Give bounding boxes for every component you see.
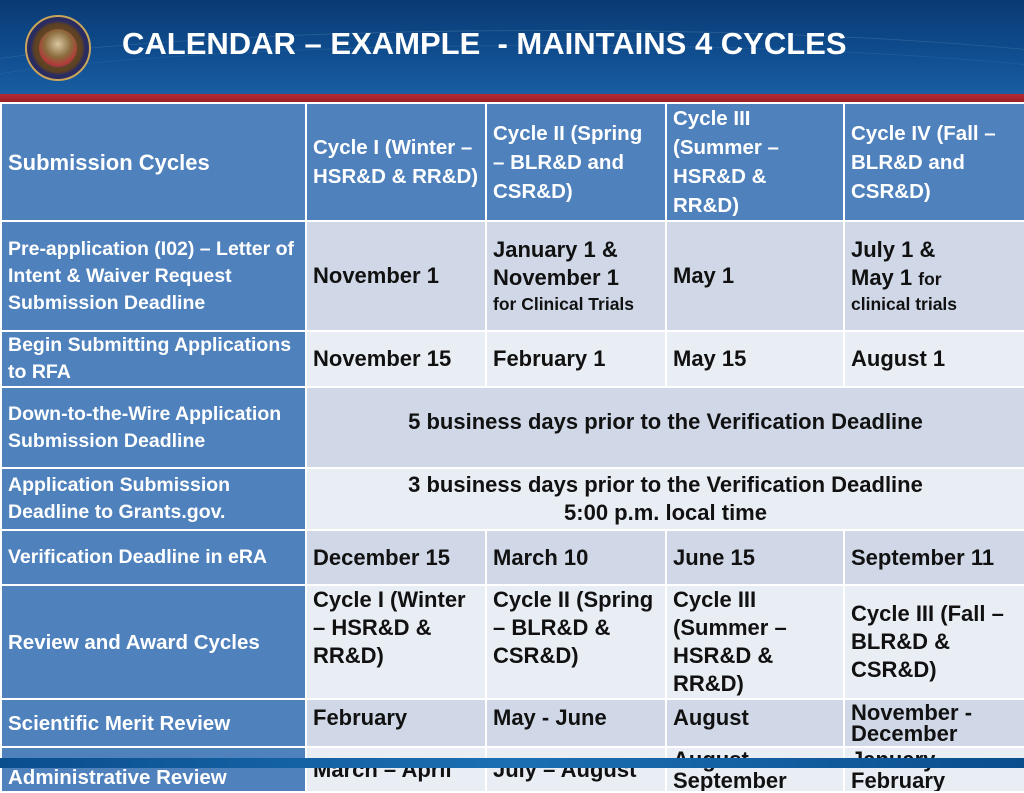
cell-review-award-cycle-1: Cycle I (Winter – HSR&D & RR&D) xyxy=(305,584,487,700)
pre-application-cycle-4-date-2: May 1 for xyxy=(851,264,1018,292)
cell-scientific-merit-cycle-3: August xyxy=(665,698,845,748)
cell-review-award-cycle-4: Cycle III (Fall – BLR&D & CSR&D) xyxy=(843,584,1024,700)
row-label-scientific-merit: Scientific Merit Review xyxy=(0,698,307,748)
row-label-grants-gov: Application Submission Deadline to Grant… xyxy=(0,467,307,531)
cell-begin-submitting-cycle-1: November 15 xyxy=(305,330,487,388)
footer-band xyxy=(0,758,1024,768)
row-label-verification: Verification Deadline in eRA xyxy=(0,529,307,586)
header-submission-cycles: Submission Cycles xyxy=(0,102,307,222)
cell-scientific-merit-cycle-4: November - December xyxy=(843,698,1024,748)
table-row-review-award: Review and Award Cycles Cycle I (Winter … xyxy=(0,584,1024,700)
pre-application-cycle-2-dates: January 1 & November 1 xyxy=(493,237,619,290)
cell-administrative-cycle-3: August – September xyxy=(665,746,845,793)
cell-begin-submitting-cycle-2: February 1 xyxy=(485,330,667,388)
cell-verification-cycle-3: June 15 xyxy=(665,529,845,586)
grants-gov-value-line-2: 5:00 p.m. local time xyxy=(564,500,767,525)
cell-down-to-wire-value: 5 business days prior to the Verificatio… xyxy=(305,386,1024,469)
cell-verification-cycle-4: September 11 xyxy=(843,529,1024,586)
cell-scientific-merit-cycle-2: May - June xyxy=(485,698,667,748)
table-header-row: Submission Cycles Cycle I (Winter – HSR&… xyxy=(0,102,1024,222)
header-cycle-3: Cycle III (Summer – HSR&D & RR&D) xyxy=(665,102,845,222)
table-row-scientific-merit: Scientific Merit Review February May - J… xyxy=(0,698,1024,748)
table-row-verification: Verification Deadline in eRA December 15… xyxy=(0,529,1024,586)
cell-administrative-cycle-1: March – April xyxy=(305,746,487,793)
va-seal-icon xyxy=(25,15,91,81)
table-row-down-to-wire: Down-to-the-Wire Application Submission … xyxy=(0,386,1024,469)
grants-gov-value-line-1: 3 business days prior to the Verificatio… xyxy=(408,472,923,497)
header-cycle-4: Cycle IV (Fall – BLR&D and CSR&D) xyxy=(843,102,1024,222)
row-label-review-award: Review and Award Cycles xyxy=(0,584,307,700)
cell-begin-submitting-cycle-3: May 15 xyxy=(665,330,845,388)
cell-scientific-merit-cycle-1: February xyxy=(305,698,487,748)
row-label-begin-submitting: Begin Submitting Applications to RFA xyxy=(0,330,307,388)
cell-pre-application-cycle-2: January 1 & November 1 for Clinical Tria… xyxy=(485,220,667,332)
slide-header: CALENDAR – EXAMPLE - MAINTAINS 4 CYCLES xyxy=(0,0,1024,96)
cell-begin-submitting-cycle-4: August 1 xyxy=(843,330,1024,388)
row-label-pre-application: Pre-application (I02) – Letter of Intent… xyxy=(0,220,307,332)
header-divider xyxy=(0,94,1024,102)
cell-pre-application-cycle-3: May 1 xyxy=(665,220,845,332)
pre-application-cycle-4-note-1: for xyxy=(918,269,942,289)
cell-review-award-cycle-2: Cycle II (Spring – BLR&D & CSR&D) xyxy=(485,584,667,700)
header-cycle-2: Cycle II (Spring – BLR&D and CSR&D) xyxy=(485,102,667,222)
cell-pre-application-cycle-1: November 1 xyxy=(305,220,487,332)
row-label-administrative: Administrative Review xyxy=(0,746,307,793)
cell-verification-cycle-1: December 15 xyxy=(305,529,487,586)
slide-title: CALENDAR – EXAMPLE - MAINTAINS 4 CYCLES xyxy=(122,26,847,61)
calendar-table: Submission Cycles Cycle I (Winter – HSR&… xyxy=(0,102,1024,793)
pre-application-cycle-2-note: for Clinical Trials xyxy=(493,294,635,314)
cell-pre-application-cycle-4: July 1 & May 1 for clinical trials xyxy=(843,220,1024,332)
row-label-down-to-wire: Down-to-the-Wire Application Submission … xyxy=(0,386,307,469)
eagle-emblem-icon xyxy=(39,29,77,67)
cell-review-award-cycle-3: Cycle III (Summer – HSR&D & RR&D) xyxy=(665,584,845,700)
cell-grants-gov-value: 3 business days prior to the Verificatio… xyxy=(305,467,1024,531)
cell-administrative-cycle-2: July – August xyxy=(485,746,667,793)
pre-application-cycle-4-note-2: clinical trials xyxy=(851,294,958,314)
table-row-pre-application: Pre-application (I02) – Letter of Intent… xyxy=(0,220,1024,332)
pre-application-cycle-4-date-2-text: May 1 xyxy=(851,265,913,290)
cell-administrative-cycle-4: January - February xyxy=(843,746,1024,793)
table-row-grants-gov: Application Submission Deadline to Grant… xyxy=(0,467,1024,531)
pre-application-cycle-4-date-1: July 1 & xyxy=(851,237,936,262)
header-cycle-1: Cycle I (Winter – HSR&D & RR&D) xyxy=(305,102,487,222)
table-row-begin-submitting: Begin Submitting Applications to RFA Nov… xyxy=(0,330,1024,388)
table-row-administrative: Administrative Review March – April July… xyxy=(0,746,1024,793)
cell-verification-cycle-2: March 10 xyxy=(485,529,667,586)
